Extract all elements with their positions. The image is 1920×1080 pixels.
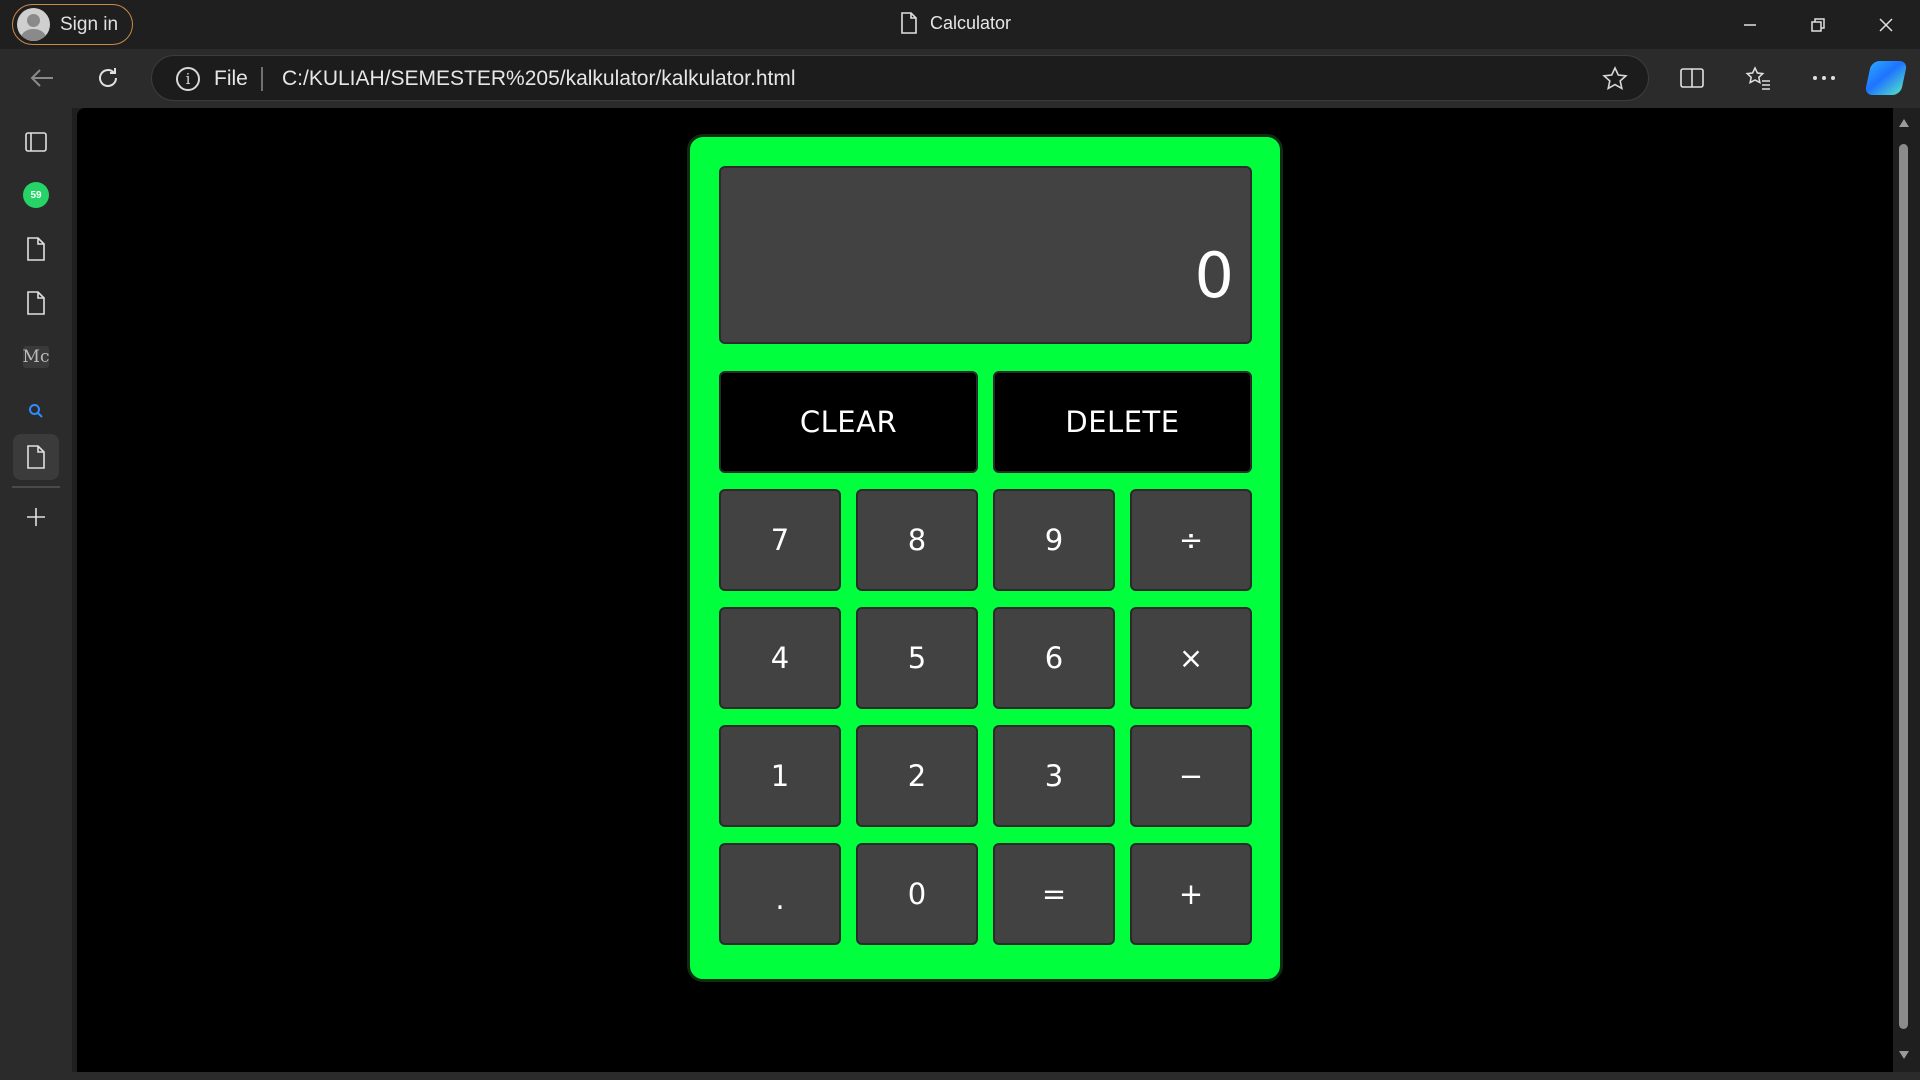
sidebar-page-1[interactable] (13, 226, 59, 272)
restore-button[interactable] (1784, 0, 1852, 49)
favorites-button[interactable] (1738, 58, 1778, 98)
navigation-bar: i File C:/KULIAH/SEMESTER%205/kalkulator… (0, 49, 1920, 108)
key-equals[interactable]: = (993, 843, 1115, 945)
page-scrollbar[interactable] (1893, 108, 1915, 1072)
reload-button[interactable] (88, 58, 128, 98)
minimize-icon (1744, 23, 1756, 26)
whatsapp-badge: 59 (30, 189, 42, 201)
scroll-up-icon (1899, 119, 1909, 127)
sidebar-tabs-button[interactable] (13, 119, 59, 165)
sidebar-divider (12, 486, 60, 488)
page-icon (27, 445, 45, 469)
back-arrow-icon (30, 69, 53, 87)
split-screen-button[interactable] (1672, 58, 1712, 98)
page-icon (901, 12, 917, 34)
back-button[interactable] (22, 58, 62, 98)
browser-sidebar: 59 Mc (0, 108, 72, 1080)
sidebar-mc-site[interactable]: Mc (13, 334, 59, 380)
sidebar-page-2[interactable] (13, 280, 59, 326)
close-icon (1879, 17, 1893, 32)
key-divide[interactable]: ÷ (1130, 489, 1252, 591)
key-4[interactable]: 4 (719, 607, 841, 709)
favorites-icon (1745, 66, 1770, 90)
title-bar: Sign in Calculator (0, 0, 1920, 49)
whatsapp-icon: 59 (23, 182, 49, 208)
key-decimal[interactable]: . (719, 843, 841, 945)
display-value: 0 (1194, 239, 1234, 312)
key-0[interactable]: 0 (856, 843, 978, 945)
star-icon (1602, 66, 1628, 90)
window-bottom-edge (0, 1072, 1920, 1080)
restore-icon (1811, 17, 1825, 32)
address-separator (261, 67, 263, 91)
close-button[interactable] (1852, 0, 1920, 49)
key-1[interactable]: 1 (719, 725, 841, 827)
sidebar-add-button[interactable] (13, 494, 59, 540)
address-bar[interactable]: i File C:/KULIAH/SEMESTER%205/kalkulator… (151, 55, 1649, 101)
page-viewport: 0 CLEAR DELETE 7 8 9 ÷ 4 5 6 × 1 2 3 − .… (77, 108, 1893, 1072)
search-icon (29, 404, 43, 418)
clear-button[interactable]: CLEAR (719, 371, 978, 473)
delete-button[interactable]: DELETE (993, 371, 1252, 473)
key-add[interactable]: + (1130, 843, 1252, 945)
key-subtract[interactable]: − (1130, 725, 1252, 827)
minimize-button[interactable] (1716, 0, 1784, 49)
key-multiply[interactable]: × (1130, 607, 1252, 709)
sidebar-page-active[interactable] (13, 434, 59, 480)
site-info-icon[interactable]: i (176, 67, 200, 91)
key-6[interactable]: 6 (993, 607, 1115, 709)
scroll-thumb[interactable] (1899, 144, 1908, 1029)
key-7[interactable]: 7 (719, 489, 841, 591)
calculator-display: 0 (719, 166, 1252, 344)
url-text[interactable]: C:/KULIAH/SEMESTER%205/kalkulator/kalkul… (282, 67, 796, 91)
sign-in-button[interactable]: Sign in (12, 4, 134, 45)
split-screen-icon (1680, 68, 1704, 88)
key-5[interactable]: 5 (856, 607, 978, 709)
window-title-text: Calculator (930, 12, 1012, 33)
page-icon (27, 237, 45, 261)
key-9[interactable]: 9 (993, 489, 1115, 591)
avatar-icon (17, 8, 50, 41)
key-3[interactable]: 3 (993, 725, 1115, 827)
file-scheme-label: File (214, 67, 248, 90)
more-dots-icon (1813, 76, 1835, 80)
page-icon (27, 291, 45, 315)
window-title: Calculator (900, 12, 1011, 34)
favorite-star-button[interactable] (1602, 66, 1628, 92)
scroll-down-icon (1899, 1051, 1909, 1059)
sidebar-search[interactable] (13, 388, 59, 434)
sign-in-label: Sign in (60, 13, 119, 35)
key-8[interactable]: 8 (856, 489, 978, 591)
mc-site-icon: Mc (22, 346, 50, 368)
tab-actions-icon (25, 132, 47, 152)
calculator: 0 CLEAR DELETE 7 8 9 ÷ 4 5 6 × 1 2 3 − .… (687, 134, 1283, 982)
plus-icon (27, 508, 45, 526)
sidebar-whatsapp[interactable]: 59 (13, 172, 59, 218)
more-options-button[interactable] (1804, 58, 1844, 98)
key-2[interactable]: 2 (856, 725, 978, 827)
reload-icon (99, 68, 117, 87)
